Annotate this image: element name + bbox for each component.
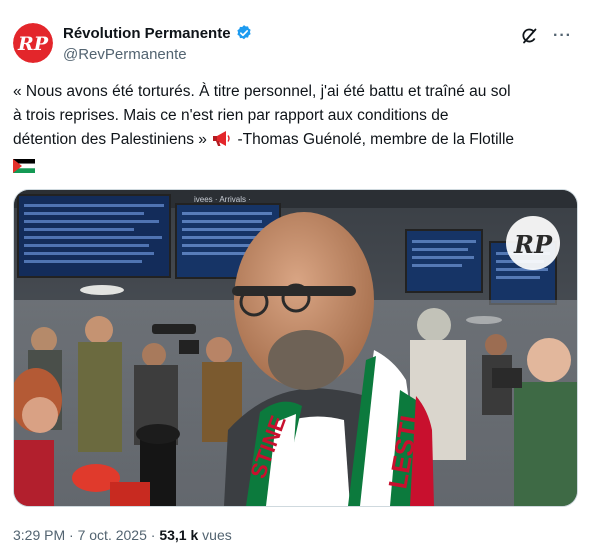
- avatar-letters: RP: [17, 33, 49, 55]
- grok-icon[interactable]: [519, 26, 539, 46]
- tweet-text-line-3-start: détention des Palestiniens »: [13, 131, 212, 148]
- meta-separator: ·: [65, 527, 78, 543]
- avatar[interactable]: RP: [13, 23, 53, 63]
- tweet: RP Révolution Permanente @RevPermanente …: [0, 0, 589, 543]
- tweet-meta: 3:29 PM · 7 oct. 2025 · 53,1 k vues: [13, 526, 232, 543]
- watermark-letters: RP: [513, 230, 553, 259]
- tweet-text-line-4: [12, 155, 578, 182]
- tweet-time[interactable]: 3:29 PM: [13, 527, 65, 543]
- tweet-text-line-2: à trois reprises. Mais ce n'est rien par…: [13, 107, 449, 124]
- tweet-date[interactable]: 7 oct. 2025: [78, 527, 147, 543]
- watermark-logo: RP: [506, 216, 560, 270]
- views-count: 53,1 k: [159, 527, 199, 543]
- tweet-text-line-1: « Nous avons été torturés. À titre perso…: [13, 83, 511, 100]
- views-label: vues: [198, 527, 232, 543]
- verified-badge-icon: [235, 24, 253, 42]
- tweet-text-line-3: détention des Palestiniens » -Thomas Gué…: [13, 128, 578, 155]
- tweet-media-video[interactable]: ivees · Arrivals · STINE LESTI RP: [13, 189, 578, 507]
- tweet-text: « Nous avons été torturés. À titre perso…: [12, 80, 578, 182]
- tweet-actions: ···: [519, 26, 572, 46]
- more-options-icon[interactable]: ···: [553, 26, 572, 46]
- arrivals-board-text: ivees · Arrivals ·: [194, 195, 251, 204]
- author-handle[interactable]: @RevPermanente: [63, 46, 187, 63]
- display-name[interactable]: Révolution Permanente: [63, 25, 231, 42]
- palestine-flag-icon: [12, 158, 36, 182]
- megaphone-icon: [211, 130, 233, 155]
- tweet-text-line-3-end: -Thomas Guénolé, membre de la Flotille: [233, 131, 515, 148]
- meta-separator-2: ·: [146, 527, 160, 543]
- author-name-row[interactable]: Révolution Permanente: [63, 24, 253, 42]
